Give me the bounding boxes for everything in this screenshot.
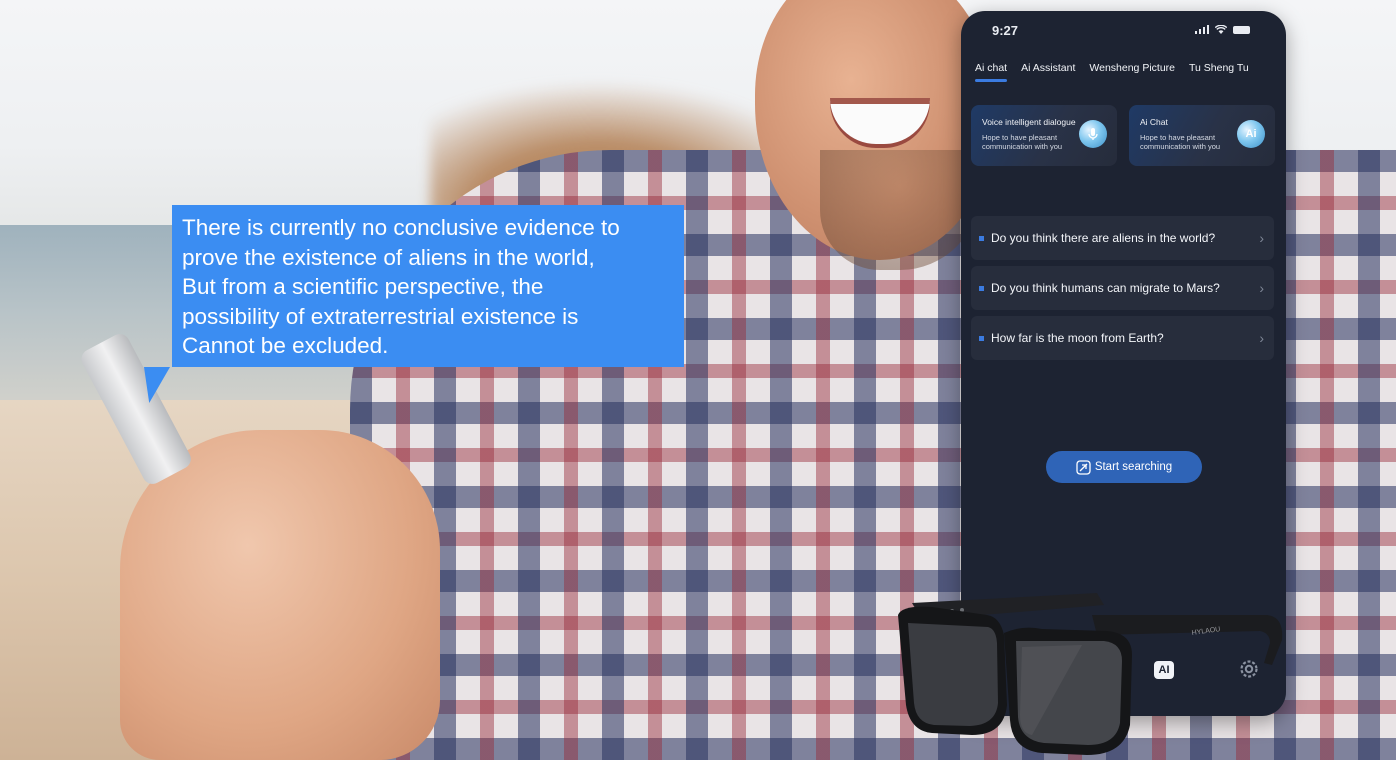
chevron-right-icon: › [1259,280,1264,296]
speech-bubble: There is currently no conclusive evidenc… [172,205,684,367]
ai-chat-card[interactable]: Ai Chat Hope to have pleasant communicat… [1129,105,1275,166]
start-searching-label: Start searching [1094,461,1173,473]
voice-dialogue-card[interactable]: Voice intelligent dialogue Hope to have … [971,105,1117,166]
question-text: How far is the moon from Earth? [991,331,1164,345]
question-text: Do you think humans can migrate to Mars? [991,281,1220,295]
bullet-icon [979,285,984,291]
question-text: Do you think there are aliens in the wor… [991,231,1216,245]
question-item[interactable]: How far is the moon from Earth? › [971,316,1274,360]
ai-bubble-icon: Ai [1237,120,1265,148]
feature-cards: Voice intelligent dialogue Hope to have … [971,105,1275,166]
signal-icon [1194,25,1209,34]
tab-wensheng-picture[interactable]: Wensheng Picture [1089,62,1175,80]
question-item[interactable]: Do you think humans can migrate to Mars?… [971,266,1274,310]
battery-icon [1233,26,1250,34]
tab-tu-sheng-tu[interactable]: Tu Sheng Tu [1189,62,1249,80]
speech-bubble-text: There is currently no conclusive evidenc… [182,215,620,358]
bullet-icon [979,335,984,341]
question-item[interactable]: Do you think there are aliens in the wor… [971,216,1274,260]
status-icons [1194,25,1250,34]
hand-holding-phone [120,430,440,760]
status-bar: 9:27 [961,11,1286,49]
smart-sunglasses-product: HYLAOU [898,593,1283,755]
suggested-questions: Do you think there are aliens in the wor… [971,216,1274,366]
tab-ai-assistant[interactable]: Ai Assistant [1021,62,1075,80]
card-subtitle: Hope to have pleasant communication with… [982,133,1063,151]
microphone-bubble-icon [1079,120,1107,148]
card-subtitle: Hope to have pleasant communication with… [1140,133,1221,151]
chevron-right-icon: › [1259,230,1264,246]
chevron-right-icon: › [1259,330,1264,346]
wifi-icon [1215,25,1227,34]
search-compass-icon [1076,459,1091,475]
status-time: 9:27 [992,23,1019,38]
bullet-icon [979,235,984,241]
tab-bar: Ai chat Ai Assistant Wensheng Picture Tu… [975,62,1249,82]
start-searching-button[interactable]: Start searching [1046,451,1202,483]
tab-ai-chat[interactable]: Ai chat [975,62,1008,82]
